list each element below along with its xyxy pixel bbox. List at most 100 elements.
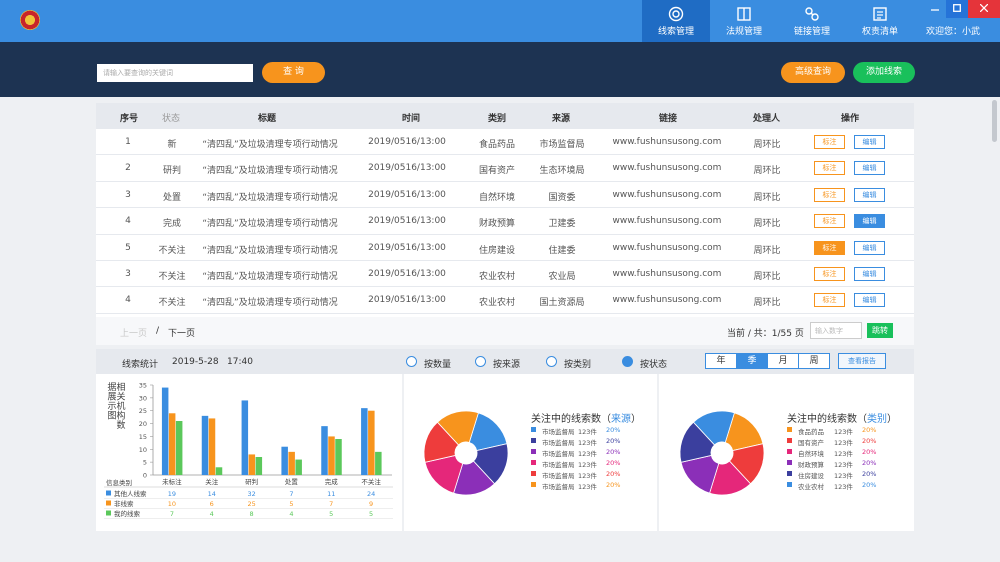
bar-3-1 — [288, 451, 295, 475]
pie-title-end: ） — [631, 414, 641, 425]
tab-label: 线索管理 — [657, 27, 694, 37]
cell-handler: 周环比 — [753, 219, 781, 230]
legend-count: 123件 — [834, 428, 853, 436]
bar-3-2 — [295, 459, 302, 475]
advanced-query-button[interactable]: 高级查询 — [781, 62, 845, 83]
edit-button[interactable]: 编辑 — [854, 240, 885, 255]
table-value: 4 — [210, 510, 214, 518]
edit-button[interactable]: 编辑 — [854, 293, 885, 308]
maximize-button[interactable] — [946, 0, 968, 18]
prev-page-link[interactable]: 上一页 — [120, 326, 147, 339]
table-row[interactable]: 4 不关注 “清四乱”及垃圾清理专项行动情况 2019/0516/13:00 农业农村 国… — [96, 287, 914, 314]
edit-button[interactable]: 编辑 — [854, 135, 885, 149]
table-row[interactable]: 4 完成 “清四乱”及垃圾清理专项行动情况 2019/0516/13:00 财政预算 卫建… — [96, 208, 914, 235]
mark-button[interactable]: 标注 — [814, 187, 845, 202]
legend-percent: 20% — [862, 481, 877, 489]
jump-button[interactable]: 跳转 — [867, 323, 893, 338]
table-value: 4 — [289, 510, 293, 518]
scrollbar-thumb[interactable] — [992, 100, 997, 142]
add-clue-button[interactable]: 添加线索 — [853, 62, 915, 83]
next-page-link[interactable]: 下一页 — [168, 326, 195, 339]
cell-status: 不关注 — [158, 245, 186, 256]
mark-button[interactable]: 标注 — [814, 135, 845, 149]
table-row[interactable]: 5 不关注 “清四乱”及垃圾清理专项行动情况 2019/0516/13:00 住房建设 住… — [96, 235, 914, 261]
y-tick-label: 15 — [139, 433, 147, 441]
radio-label: 按数量 — [424, 360, 452, 370]
stats-bar: 线索统计 2019-5-28 17:40 按数量 按来源 按类别 按状态 年 季… — [96, 349, 914, 374]
legend-percent: 20% — [862, 426, 877, 434]
legend-swatch — [531, 460, 536, 465]
legend-swatch — [787, 438, 792, 443]
y-tick-label: 0 — [143, 472, 147, 480]
table-value: 5 — [329, 510, 333, 518]
tab-label: 权责清单 — [861, 27, 898, 37]
radio-by-count[interactable] — [406, 356, 417, 367]
mark-button[interactable]: 标注 — [814, 214, 845, 229]
mark-button[interactable]: 标注 — [814, 161, 845, 176]
legend-percent: 20% — [862, 448, 877, 456]
legend-count: 123件 — [834, 472, 853, 480]
close-button[interactable] — [968, 0, 1000, 18]
tab-link-management[interactable]: 链接管理 — [778, 0, 846, 42]
table-row[interactable]: 3 处置 “清四乱”及垃圾清理专项行动情况 2019/0516/13:00 自然环境 国资… — [96, 182, 914, 209]
x-tick-label: 不关注 — [361, 477, 381, 486]
mark-button[interactable]: 标注 — [814, 240, 845, 255]
radio-by-status[interactable] — [622, 356, 633, 367]
bar-4-1 — [328, 436, 335, 475]
legend-item: 农业农村 123件 20% — [787, 481, 887, 491]
search-input[interactable] — [97, 64, 253, 82]
legend-item: 市场监督局 123件 20% — [531, 470, 631, 480]
legend-swatch — [531, 427, 536, 432]
cell-title: “清四乱”及垃圾清理专项行动情况 — [202, 166, 338, 177]
mark-button[interactable]: 标注 — [814, 293, 845, 308]
cell-time: 2019/0516/13:00 — [368, 189, 446, 200]
cell-source: 农业局 — [548, 272, 576, 282]
bar-4-0 — [321, 426, 328, 475]
edit-button[interactable]: 编辑 — [854, 214, 885, 229]
period-week[interactable]: 周 — [798, 353, 830, 369]
pagination: 上一页 / 下一页 当前 / 共：1/55 页 跳转 — [96, 317, 914, 345]
chart-title-char: 展 — [107, 392, 116, 403]
query-button[interactable]: 查 询 — [262, 62, 325, 83]
cell-time: 2019/0516/13:00 — [368, 163, 446, 174]
tab-responsibility-list[interactable]: 权责清单 — [846, 0, 914, 42]
bar-0-0 — [161, 387, 169, 475]
cell-source: 住建委 — [548, 245, 576, 256]
bar-2-0 — [241, 400, 249, 475]
radio-by-source[interactable] — [475, 356, 486, 367]
chart-title-char: 数 — [116, 419, 125, 431]
mark-button[interactable]: 标注 — [814, 267, 845, 281]
edit-button[interactable]: 编辑 — [854, 267, 885, 281]
tab-regulation-management[interactable]: 法规管理 — [710, 0, 778, 42]
view-report-button[interactable]: 查看报告 — [838, 353, 886, 369]
cell-category: 农业农村 — [478, 298, 516, 309]
edit-button[interactable]: 编辑 — [854, 187, 885, 202]
period-year[interactable]: 年 — [705, 353, 737, 369]
tab-clue-management[interactable]: 线索管理 — [642, 0, 710, 42]
category-pie-chart — [679, 410, 765, 496]
table-row[interactable]: 3 不关注 “清四乱”及垃圾清理专项行动情况 2019/0516/13:00 农业农村 农… — [96, 261, 914, 288]
minimize-button[interactable] — [924, 0, 946, 18]
page-number-input[interactable] — [810, 322, 862, 339]
period-month[interactable]: 月 — [767, 353, 799, 369]
table-row[interactable]: 2 研判 “清四乱”及垃圾清理专项行动情况 2019/0516/13:00 国有资产 生态… — [96, 155, 914, 182]
bar-1-0 — [201, 415, 209, 475]
x-tick-label: 未标注 — [162, 477, 182, 486]
legend-item: 市场监督局 123件 20% — [531, 437, 631, 447]
legend-percent: 20% — [862, 437, 877, 445]
period-quarter[interactable]: 季 — [736, 353, 768, 369]
cell-title: “清四乱”及垃圾清理专项行动情况 — [202, 192, 338, 203]
legend-percent: 20% — [606, 459, 621, 467]
legend-item: 市场监督局 123件 20% — [531, 448, 631, 458]
legend-swatch — [787, 427, 792, 432]
pager-separator: / — [156, 326, 160, 336]
edit-button[interactable]: 编辑 — [854, 161, 885, 176]
cell-no: 3 — [125, 269, 131, 279]
cell-source: 卫建委 — [548, 219, 576, 230]
radio-by-category[interactable] — [546, 356, 557, 367]
legend-name: 市场监督局 — [542, 428, 575, 436]
pie-title-text: 关注中的线索数（ — [787, 414, 867, 425]
table-row[interactable]: 1 新 “清四乱”及垃圾清理专项行动情况 2019/0516/13:00 食品药品 市场监… — [96, 129, 914, 156]
cell-no: 4 — [125, 295, 131, 306]
minimize-icon — [931, 9, 939, 11]
